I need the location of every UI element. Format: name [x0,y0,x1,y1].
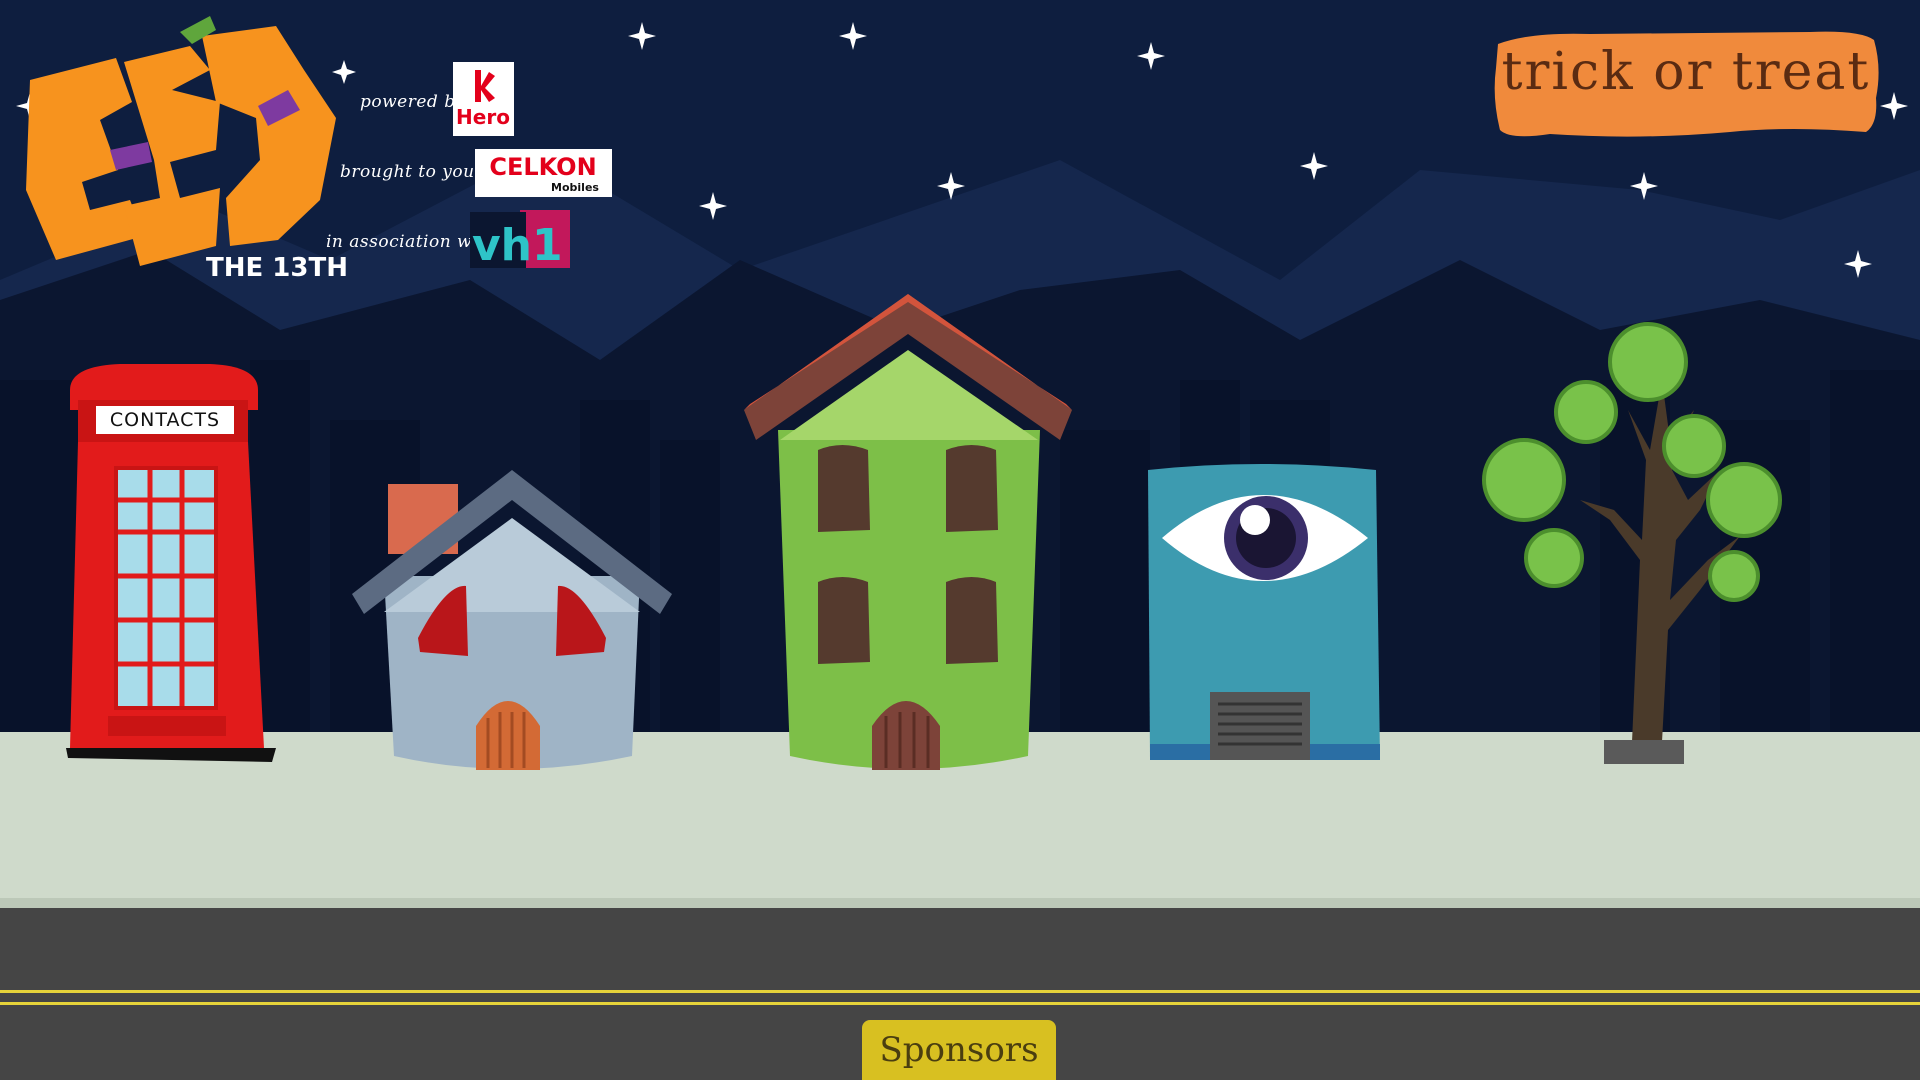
celkon-logo-subtext: Mobiles [551,181,599,194]
logo-subtitle: THE 13TH [206,253,348,283]
celkon-logo-text: CELKON [489,153,596,181]
hero-logo-icon: Hero [456,70,510,129]
vh1-logo-text: vh1 [472,220,563,270]
celkon-sponsor-logo[interactable]: CELKON Mobiles [475,149,612,197]
trick-or-treat-button[interactable]: trick or treat [1490,28,1882,140]
sponsors-button[interactable]: Sponsors [862,1020,1056,1080]
vh1-logo-icon: vh1 [470,210,570,271]
powered-by-label: powered by [360,92,466,112]
celkon-logo-icon: CELKON Mobiles [489,153,599,194]
trick-or-treat-label: trick or treat [1501,42,1871,102]
hero-logo-text: Hero [456,105,510,129]
contacts-sign-label[interactable]: CONTACTS [96,406,234,434]
hero-sponsor-logo[interactable]: Hero [453,62,514,136]
vh1-sponsor-logo[interactable]: vh1 [460,208,570,271]
eye-building-icon[interactable] [1148,464,1380,760]
sponsors-label: Sponsors [879,1030,1039,1070]
night-street-scene: THE 13TH [0,0,1920,1080]
